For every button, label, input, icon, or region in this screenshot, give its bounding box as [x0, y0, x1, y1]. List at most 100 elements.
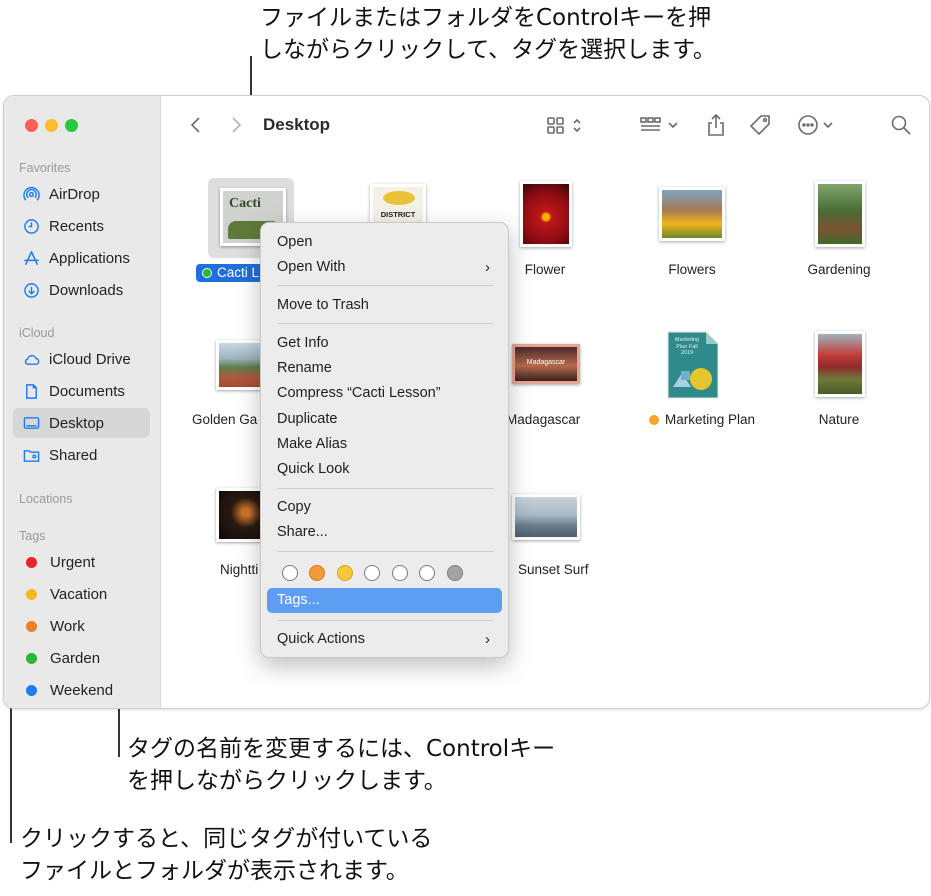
- sidebar-item-downloads[interactable]: Downloads: [13, 275, 150, 305]
- menu-item-open-with[interactable]: Open With ›: [267, 255, 502, 280]
- file-name-text: Cacti L: [217, 265, 260, 280]
- sidebar-item-desktop[interactable]: Desktop: [13, 408, 150, 438]
- file-name: Gardening: [807, 262, 871, 277]
- close-window-button[interactable]: [25, 119, 38, 132]
- airdrop-icon: [22, 185, 40, 203]
- share-icon: [708, 113, 724, 136]
- callout-line: タグの名前を変更するには、Controlキー: [127, 736, 556, 762]
- tag-swatch-blue[interactable]: [392, 565, 408, 581]
- menu-item-make-alias[interactable]: Make Alias: [267, 432, 502, 457]
- tag-color-dot: [202, 268, 212, 278]
- menu-item-share[interactable]: Share...: [267, 520, 502, 545]
- menu-item-move-to-trash[interactable]: Move to Trash: [267, 293, 502, 318]
- back-button[interactable]: [186, 113, 206, 137]
- share-button[interactable]: [705, 113, 727, 137]
- sidebar-item-label: Recents: [49, 217, 105, 235]
- file-name-row: Marketing Plan: [632, 412, 772, 427]
- file-thumbnail: [659, 187, 725, 241]
- sidebar-item-airdrop[interactable]: AirDrop: [13, 179, 150, 209]
- menu-item-duplicate[interactable]: Duplicate: [267, 407, 502, 432]
- file-thumbnail: [815, 181, 865, 247]
- document-icon: [22, 382, 40, 400]
- sidebar-item-label: Documents: [49, 382, 125, 400]
- group-icon: [640, 117, 678, 131]
- tag-swatch-orange[interactable]: [309, 565, 325, 581]
- sidebar-section-icloud: iCloud: [19, 326, 55, 340]
- tag-swatch-gray[interactable]: [447, 565, 463, 581]
- menu-item-quick-look[interactable]: Quick Look: [267, 457, 502, 482]
- sidebar-section-locations: Locations: [19, 492, 73, 506]
- group-button[interactable]: [638, 113, 682, 137]
- menu-item-get-info[interactable]: Get Info: [267, 331, 502, 356]
- menu-item-compress[interactable]: Compress “Cacti Lesson”: [267, 381, 502, 406]
- clock-icon: [22, 217, 40, 235]
- forward-button[interactable]: [226, 113, 246, 137]
- sidebar-item-label: Shared: [49, 446, 98, 464]
- sidebar-item-label: AirDrop: [49, 185, 100, 203]
- sidebar-item-label: Weekend: [50, 681, 114, 699]
- menu-separator: [277, 488, 494, 489]
- callout-rename-tag: タグの名前を変更するには、Controlキー を押しながらクリックします。: [127, 733, 555, 797]
- file-thumbnail: Madagascar: [512, 344, 580, 384]
- sidebar-item-documents[interactable]: Documents: [13, 376, 150, 406]
- sidebar: Favorites AirDrop Recents Applications D…: [4, 96, 161, 708]
- thumbnail-text: DISTRICT: [380, 210, 416, 219]
- context-menu: Open Open With › Move to Trash Get Info …: [260, 222, 509, 658]
- menu-item-open[interactable]: Open: [267, 230, 502, 255]
- file-thumbnail: [512, 494, 580, 540]
- lemon-graphic: [383, 191, 415, 205]
- file-item-flowers[interactable]: Flowers: [627, 178, 757, 288]
- sidebar-tag-garden[interactable]: Garden: [13, 643, 150, 673]
- menu-item-tags[interactable]: Tags...: [267, 588, 502, 613]
- tag-color-dot: [26, 684, 37, 696]
- grid-view-icon: [547, 117, 581, 134]
- ellipsis-circle-icon: [798, 115, 833, 135]
- menu-item-copy[interactable]: Copy: [267, 495, 502, 520]
- file-item-marketing-plan[interactable]: Marketing Plan Fall 2019 Marketing Plan: [627, 328, 757, 438]
- chevron-right-icon: [232, 117, 242, 133]
- menu-item-quick-actions[interactable]: Quick Actions ›: [267, 627, 502, 652]
- sidebar-item-label: Urgent: [50, 553, 96, 571]
- tags-button[interactable]: [748, 113, 772, 137]
- tag-swatch-yellow[interactable]: [337, 565, 353, 581]
- file-thumbnail: Marketing Plan Fall 2019: [667, 331, 719, 399]
- sidebar-item-applications[interactable]: Applications: [13, 243, 150, 273]
- cloud-icon: [22, 350, 40, 368]
- file-item-nature[interactable]: Nature: [774, 328, 904, 438]
- menu-separator: [277, 285, 494, 286]
- sidebar-tag-work[interactable]: Work: [13, 611, 150, 641]
- more-actions-button[interactable]: [796, 113, 838, 137]
- sidebar-item-icloud-drive[interactable]: iCloud Drive: [13, 344, 150, 374]
- download-icon: [22, 281, 40, 299]
- desktop-icon: [22, 414, 40, 432]
- sidebar-item-label: Applications: [49, 249, 130, 267]
- search-icon: [891, 115, 911, 135]
- sidebar-tag-vacation[interactable]: Vacation: [13, 579, 150, 609]
- view-mode-button[interactable]: [545, 113, 587, 137]
- callout-line: ファイルとフォルダが表示されます。: [20, 858, 409, 884]
- tag-color-dot: [26, 652, 37, 664]
- minimize-window-button[interactable]: [45, 119, 58, 132]
- menu-separator: [277, 551, 494, 552]
- chevron-right-icon: ›: [485, 631, 490, 648]
- sidebar-tag-urgent[interactable]: Urgent: [13, 547, 150, 577]
- shared-folder-icon: [22, 446, 40, 464]
- menu-separator: [277, 323, 494, 324]
- sidebar-item-label: Garden: [50, 649, 101, 667]
- applications-icon: [22, 249, 40, 267]
- sidebar-item-shared[interactable]: Shared: [13, 440, 150, 470]
- callout-line: ファイルまたはフォルダをControlキーを押: [260, 5, 712, 31]
- sidebar-tag-weekend[interactable]: Weekend: [13, 675, 150, 705]
- menu-separator: [277, 620, 494, 621]
- menu-item-rename[interactable]: Rename: [267, 356, 502, 381]
- search-button[interactable]: [889, 113, 913, 137]
- tag-swatch-green[interactable]: [364, 565, 380, 581]
- callout-line: しながらクリックして、タグを選択します。: [260, 37, 716, 63]
- zoom-window-button[interactable]: [65, 119, 78, 132]
- file-name: Marketing Plan: [664, 412, 756, 427]
- tag-swatch-purple[interactable]: [419, 565, 435, 581]
- tag-swatch-none[interactable]: [282, 565, 298, 581]
- sidebar-section-tags: Tags: [19, 529, 46, 543]
- sidebar-item-recents[interactable]: Recents: [13, 211, 150, 241]
- file-item-gardening[interactable]: Gardening: [774, 178, 904, 288]
